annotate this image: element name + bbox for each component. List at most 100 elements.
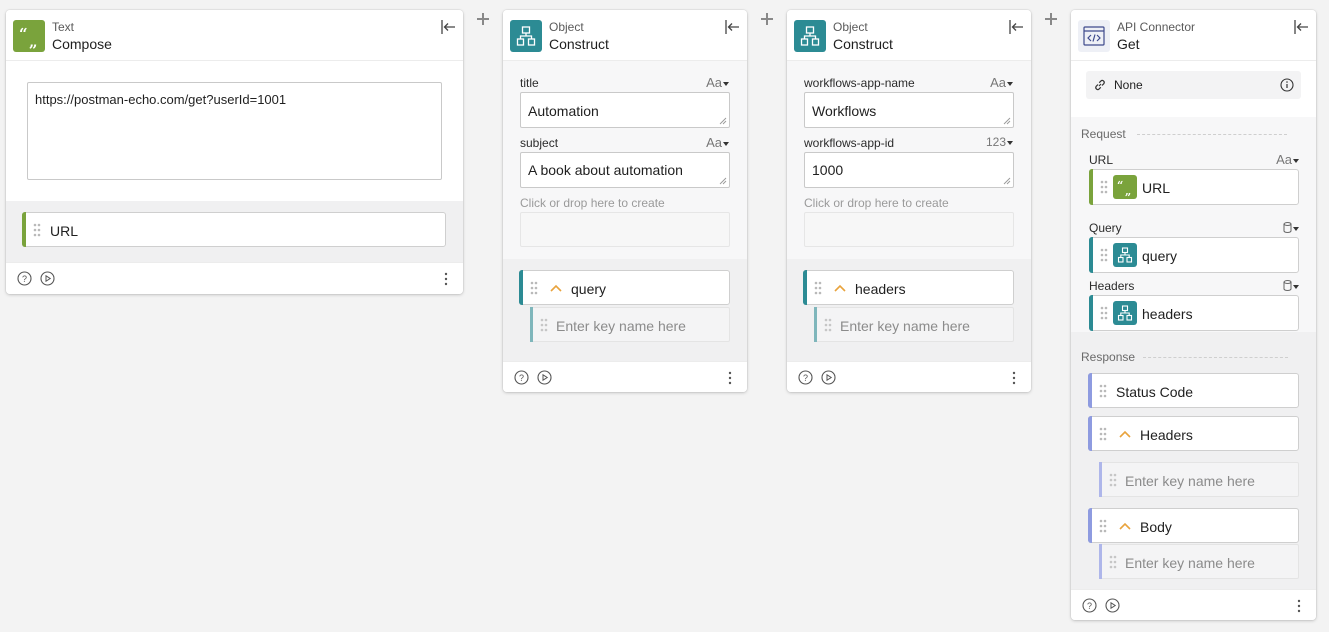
drag-handle-icon[interactable] (540, 318, 548, 332)
drag-handle-icon[interactable] (1099, 427, 1107, 441)
query-pill[interactable]: query (1089, 237, 1299, 273)
chevron-up-icon[interactable] (550, 284, 562, 292)
auth-row[interactable]: None (1086, 71, 1301, 99)
drag-handle-icon[interactable] (1100, 306, 1108, 320)
play-icon[interactable] (821, 370, 836, 385)
text-compose-card: “„ Text Compose https://postman-echo.com… (6, 10, 463, 294)
chevron-up-icon[interactable] (1119, 430, 1131, 438)
chevron-up-icon[interactable] (834, 284, 846, 292)
fields-area: workflows-app-name Aa Workflows workflow… (787, 61, 1031, 259)
card-type: Object (833, 20, 868, 34)
drag-handle-icon[interactable] (1109, 473, 1117, 487)
more-icon[interactable] (443, 271, 449, 287)
output-area: query Enter key name here (503, 259, 747, 361)
field-label-subject: subject (520, 136, 559, 150)
type-selector-number[interactable]: 123 (986, 135, 1013, 149)
object-icon (794, 20, 826, 52)
play-icon[interactable] (537, 370, 552, 385)
child-key-input[interactable]: Enter key name here (814, 307, 1014, 342)
add-step-icon[interactable] (760, 12, 774, 26)
field-input-title[interactable]: Automation (520, 92, 730, 128)
drag-handle-icon[interactable] (1100, 248, 1108, 262)
play-icon[interactable] (40, 271, 55, 286)
response-headers-pill[interactable]: Headers (1088, 416, 1299, 451)
help-icon[interactable]: ? (798, 370, 813, 385)
field-input-app-name[interactable]: Workflows (804, 92, 1014, 128)
card-type: Object (549, 20, 584, 34)
type-selector-text[interactable]: Aa (706, 75, 729, 90)
help-icon[interactable]: ? (1082, 598, 1097, 613)
chevron-up-icon[interactable] (1119, 522, 1131, 530)
headers-pill[interactable]: headers (1089, 295, 1299, 331)
drag-handle-icon[interactable] (1099, 384, 1107, 398)
add-step-icon[interactable] (476, 12, 490, 26)
info-icon[interactable] (1280, 78, 1294, 92)
create-dropzone[interactable] (520, 212, 730, 247)
drag-handle-icon[interactable] (530, 281, 538, 295)
response-headers-label: Headers (1140, 427, 1193, 443)
help-icon[interactable]: ? (17, 271, 32, 286)
section-label-request: Request (1081, 127, 1126, 141)
response-body-pill[interactable]: Body (1088, 508, 1299, 543)
help-icon[interactable]: ? (514, 370, 529, 385)
card-footer: ? (787, 361, 1031, 392)
resize-grip-icon[interactable] (1003, 177, 1011, 185)
type-selector-text[interactable]: Aa (706, 135, 729, 150)
response-body-label: Body (1140, 519, 1172, 535)
status-code-pill[interactable]: Status Code (1088, 373, 1299, 408)
section-label-response: Response (1081, 350, 1136, 364)
resize-grip-icon[interactable] (719, 117, 727, 125)
status-code-label: Status Code (1116, 384, 1194, 400)
drag-handle-icon[interactable] (824, 318, 832, 332)
query-value: query (1142, 248, 1178, 264)
play-icon[interactable] (1105, 598, 1120, 613)
collapse-icon[interactable] (439, 18, 457, 36)
response-section: Response Status Code Headers Enter key n… (1071, 332, 1316, 589)
field-label-title: title (520, 76, 539, 90)
child-key-input[interactable]: Enter key name here (530, 307, 730, 342)
object-icon (1113, 301, 1137, 325)
type-selector-object[interactable] (1283, 220, 1299, 235)
drag-handle-icon[interactable] (33, 223, 41, 237)
child-key-input[interactable]: Enter key name here (1099, 462, 1299, 497)
resize-grip-icon[interactable] (719, 177, 727, 185)
output-label: query (571, 281, 607, 297)
collapse-icon[interactable] (1007, 18, 1025, 36)
text-value-input[interactable]: https://postman-echo.com/get?userId=1001 (27, 82, 442, 180)
create-dropzone[interactable] (804, 212, 1014, 247)
collapse-icon[interactable] (723, 18, 741, 36)
drag-handle-icon[interactable] (1099, 519, 1107, 533)
svg-text:“: “ (19, 25, 28, 43)
output-query-pill[interactable]: query (519, 270, 730, 305)
svg-text:„: „ (1125, 185, 1131, 198)
quote-icon: “„ (1113, 175, 1137, 199)
field-input-app-id[interactable]: 1000 (804, 152, 1014, 188)
type-selector-text[interactable]: Aa (990, 75, 1013, 90)
drag-handle-icon[interactable] (814, 281, 822, 295)
request-section: Request URL Aa “„ URL Query query Header… (1071, 117, 1316, 332)
child-key-input[interactable]: Enter key name here (1099, 544, 1299, 579)
type-selector-object[interactable] (1283, 278, 1299, 293)
output-headers-pill[interactable]: headers (803, 270, 1014, 305)
quote-icon: “„ (13, 20, 45, 52)
more-icon[interactable] (1296, 598, 1302, 614)
section-divider (1137, 134, 1287, 135)
add-step-icon[interactable] (1044, 12, 1058, 26)
card-title: Construct (549, 36, 609, 52)
more-icon[interactable] (727, 370, 733, 386)
card-footer: ? (1071, 589, 1316, 620)
section-divider (1143, 357, 1288, 358)
card-title: Construct (833, 36, 893, 52)
svg-text:?: ? (22, 274, 27, 284)
collapse-icon[interactable] (1292, 18, 1310, 36)
create-hint: Click or drop here to create (520, 196, 665, 210)
more-icon[interactable] (1011, 370, 1017, 386)
drag-handle-icon[interactable] (1109, 555, 1117, 569)
output-url-pill[interactable]: URL (22, 212, 446, 247)
output-area: headers Enter key name here (787, 259, 1031, 361)
url-pill[interactable]: “„ URL (1089, 169, 1299, 205)
field-input-subject[interactable]: A book about automation (520, 152, 730, 188)
drag-handle-icon[interactable] (1100, 180, 1108, 194)
type-selector-text[interactable]: Aa (1276, 152, 1299, 167)
resize-grip-icon[interactable] (1003, 117, 1011, 125)
